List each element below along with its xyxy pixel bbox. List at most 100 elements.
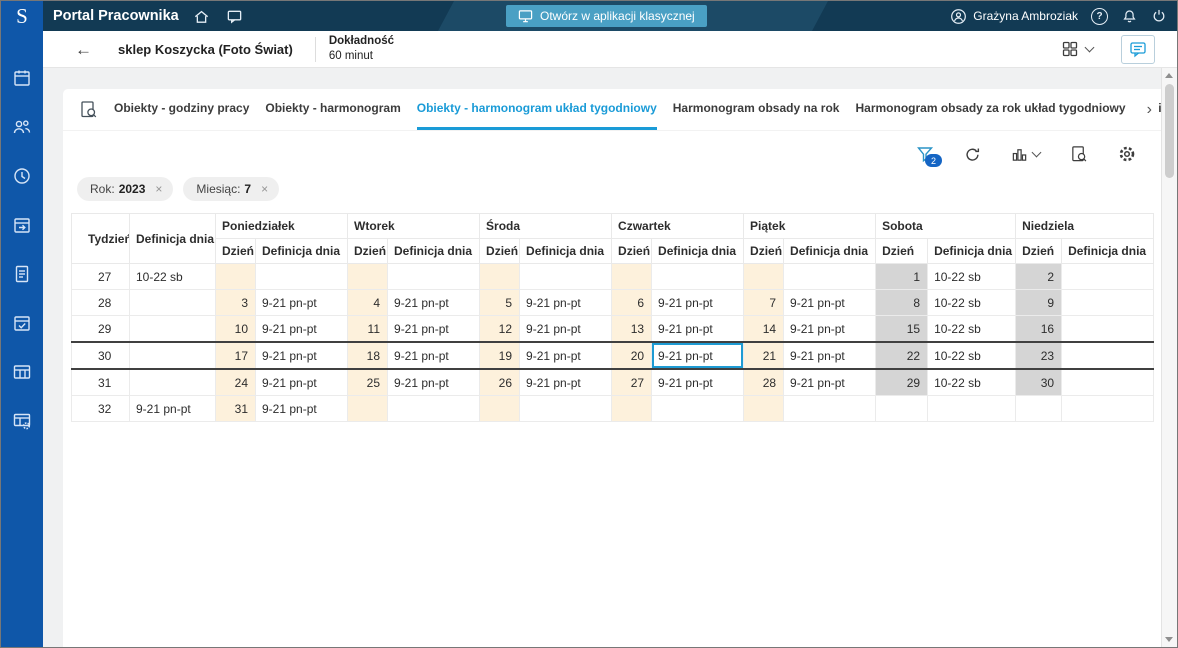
day-definition-cell[interactable]: 9-21 pn-pt — [651, 368, 745, 396]
day-definition-cell[interactable]: 9-21 pn-pt — [651, 289, 745, 316]
day-number-cell[interactable]: 24 — [215, 368, 256, 396]
day-definition-cell[interactable]: 10-22 sb — [927, 289, 1017, 316]
day-definition-cell[interactable] — [387, 263, 481, 290]
week-definition-cell[interactable] — [129, 289, 216, 316]
day-definition-cell[interactable]: 9-21 pn-pt — [387, 289, 481, 316]
sidebar-item-requests[interactable] — [11, 214, 33, 236]
day-number-cell[interactable] — [347, 263, 389, 290]
day-definition-cell[interactable] — [519, 263, 613, 290]
day-number-cell[interactable]: 7 — [743, 289, 785, 316]
day-definition-cell[interactable]: 9-21 pn-pt — [254, 368, 349, 396]
week-number-cell[interactable]: 28 — [71, 289, 130, 316]
week-number-cell[interactable]: 27 — [71, 263, 130, 290]
day-definition-cell[interactable]: 9-21 pn-pt — [254, 395, 349, 422]
tabs-overflow-button[interactable]: › — [1140, 89, 1158, 130]
week-definition-cell[interactable] — [129, 368, 216, 396]
sidebar-item-time[interactable] — [11, 165, 33, 187]
filter-button[interactable]: 2 — [916, 145, 942, 167]
day-number-cell[interactable]: 18 — [347, 341, 389, 370]
day-number-cell[interactable]: 29 — [875, 368, 929, 396]
day-definition-cell[interactable] — [927, 395, 1017, 422]
day-definition-cell[interactable] — [1061, 315, 1154, 343]
day-definition-cell[interactable]: 10-22 sb — [927, 368, 1017, 396]
day-definition-cell[interactable] — [387, 395, 481, 422]
week-number-cell[interactable]: 30 — [71, 341, 130, 370]
user-menu[interactable]: Grażyna Ambroziak — [950, 8, 1078, 25]
remove-filter-icon[interactable]: × — [155, 183, 162, 195]
day-number-cell[interactable] — [347, 395, 389, 422]
day-number-cell[interactable]: 5 — [479, 289, 521, 316]
day-definition-cell[interactable]: 9-21 pn-pt — [387, 341, 481, 370]
scrollbar-thumb[interactable] — [1165, 84, 1174, 178]
day-definition-cell[interactable]: 9-21 pn-pt — [519, 315, 613, 343]
day-definition-cell[interactable]: 9-21 pn-pt — [519, 341, 613, 370]
day-number-cell[interactable] — [875, 395, 929, 422]
day-number-cell[interactable]: 22 — [875, 341, 929, 370]
day-number-cell[interactable]: 8 — [875, 289, 929, 316]
home-button[interactable] — [193, 8, 210, 25]
feedback-button[interactable] — [1121, 34, 1155, 64]
sidebar-item-employees[interactable] — [11, 116, 33, 138]
help-button[interactable]: ? — [1091, 7, 1108, 25]
tab-obiekty-harmonogram-układ-tygodniowy[interactable]: Obiekty - harmonogram układ tygodniowy — [416, 89, 657, 130]
settings-button[interactable] — [1118, 145, 1136, 163]
week-number-cell[interactable]: 31 — [71, 368, 130, 396]
day-number-cell[interactable] — [611, 263, 653, 290]
sidebar-item-documents[interactable] — [11, 263, 33, 285]
day-definition-cell[interactable]: 9-21 pn-pt — [387, 315, 481, 343]
day-number-cell[interactable]: 26 — [479, 368, 521, 396]
selected-day-definition-cell[interactable]: 9-21 pn-pt — [651, 341, 745, 370]
day-definition-cell[interactable]: 9-21 pn-pt — [519, 289, 613, 316]
day-number-cell[interactable]: 17 — [215, 341, 256, 370]
week-number-cell[interactable]: 32 — [71, 395, 130, 422]
day-number-cell[interactable]: 21 — [743, 341, 785, 370]
day-number-cell[interactable] — [743, 395, 785, 422]
refresh-button[interactable] — [964, 146, 981, 163]
day-definition-cell[interactable]: 10-22 sb — [927, 341, 1017, 370]
day-number-cell[interactable]: 23 — [1015, 341, 1063, 370]
day-definition-cell[interactable]: 9-21 pn-pt — [783, 289, 877, 316]
day-definition-cell[interactable]: 10-22 sb — [927, 263, 1017, 290]
week-definition-cell[interactable]: 9-21 pn-pt — [129, 395, 216, 422]
day-number-cell[interactable] — [479, 263, 521, 290]
day-definition-cell[interactable] — [1061, 395, 1154, 422]
day-number-cell[interactable]: 3 — [215, 289, 256, 316]
sidebar-item-configuration[interactable] — [11, 410, 33, 432]
remove-filter-icon[interactable]: × — [261, 183, 268, 195]
day-definition-cell[interactable]: 9-21 pn-pt — [783, 368, 877, 396]
week-number-cell[interactable]: 29 — [71, 315, 130, 343]
day-number-cell[interactable] — [479, 395, 521, 422]
day-definition-cell[interactable]: 9-21 pn-pt — [254, 315, 349, 343]
day-number-cell[interactable]: 28 — [743, 368, 785, 396]
logout-button[interactable] — [1151, 8, 1167, 24]
day-definition-cell[interactable] — [783, 263, 877, 290]
day-number-cell[interactable] — [611, 395, 653, 422]
day-definition-cell[interactable]: 9-21 pn-pt — [783, 315, 877, 343]
day-definition-cell[interactable] — [651, 263, 745, 290]
day-number-cell[interactable]: 30 — [1015, 368, 1063, 396]
notifications-button[interactable] — [1121, 8, 1138, 25]
day-number-cell[interactable] — [1015, 395, 1063, 422]
day-definition-cell[interactable] — [254, 263, 349, 290]
day-definition-cell[interactable]: 9-21 pn-pt — [254, 289, 349, 316]
week-definition-cell[interactable] — [129, 341, 216, 370]
day-number-cell[interactable]: 10 — [215, 315, 256, 343]
day-number-cell[interactable]: 6 — [611, 289, 653, 316]
chart-view-button[interactable] — [1011, 146, 1042, 163]
day-number-cell[interactable]: 11 — [347, 315, 389, 343]
search-in-grid-button[interactable] — [1070, 145, 1088, 163]
tab-obiekty-harmonogram[interactable]: Obiekty - harmonogram — [265, 89, 400, 130]
sidebar-item-schedule[interactable] — [11, 67, 33, 89]
day-definition-cell[interactable] — [1061, 368, 1154, 396]
sidebar-item-planning[interactable] — [11, 361, 33, 383]
sidebar-item-approvals[interactable] — [11, 312, 33, 334]
filter-chip[interactable]: Rok: 2023 × — [77, 177, 174, 201]
messages-button[interactable] — [226, 8, 243, 25]
tab-obiekty-godziny-pracy[interactable]: Obiekty - godziny pracy — [114, 89, 249, 130]
day-definition-cell[interactable] — [651, 395, 745, 422]
day-number-cell[interactable]: 19 — [479, 341, 521, 370]
day-number-cell[interactable] — [215, 263, 256, 290]
day-definition-cell[interactable] — [519, 395, 613, 422]
layout-switch-button[interactable] — [1061, 40, 1095, 58]
week-definition-cell[interactable]: 10-22 sb — [129, 263, 216, 290]
